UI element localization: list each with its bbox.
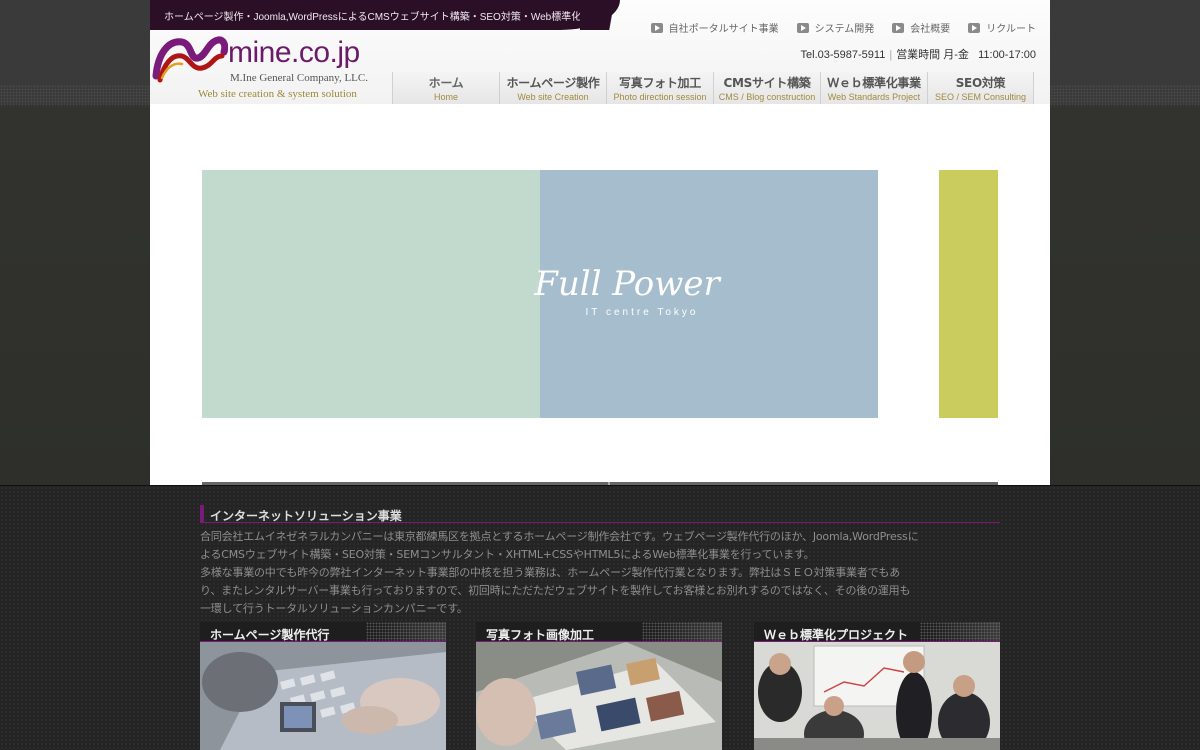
- feature-cards: ホームページ製作代行 写真フォト画像加工 Ｗｅｂ標準化プロジェクト: [200, 622, 1000, 750]
- card-image-presentation: [754, 642, 1000, 750]
- section-title: インターネットソリューション事業: [210, 509, 402, 523]
- card-title: Ｗｅｂ標準化プロジェクト: [764, 628, 909, 642]
- description-line: 合同会社エムイネゼネラルカンパニーは東京都練馬区を拠点とするホームページ制作会社…: [200, 530, 919, 543]
- section-heading: インターネットソリューション事業: [200, 505, 1000, 523]
- card-header: Ｗｅｂ標準化プロジェクト: [754, 622, 1000, 642]
- card-header: ホームページ製作代行: [200, 622, 446, 642]
- card-photo-processing[interactable]: 写真フォト画像加工: [476, 622, 722, 750]
- card-web-standards[interactable]: Ｗｅｂ標準化プロジェクト: [754, 622, 1000, 750]
- description-line: よるCMSウェブサイト構築・SEO対策・SEMコンサルタント・XHTML+CSS…: [200, 548, 815, 561]
- card-title: ホームページ製作代行: [210, 628, 330, 642]
- solutions-section: インターネットソリューション事業 合同会社エムイネゼネラルカンパニーは東京都練馬…: [200, 505, 1000, 618]
- description-line: 多様な事業の中でも昨今の弊社インターネット事業部の中核を担う業務は、ホームページ…: [200, 566, 901, 579]
- section-description: 合同会社エムイネゼネラルカンパニーは東京都練馬区を拠点とするホームページ制作会社…: [200, 528, 1000, 618]
- card-web-creation[interactable]: ホームページ製作代行: [200, 622, 446, 750]
- card-title: 写真フォト画像加工: [486, 628, 595, 642]
- card-image-keyboard: [200, 642, 446, 750]
- card-header: 写真フォト画像加工: [476, 622, 722, 642]
- content-wrapper: インターネットソリューション事業 合同会社エムイネゼネラルカンパニーは東京都練馬…: [150, 0, 1050, 750]
- card-image-photo-book: [476, 642, 722, 750]
- description-line: 一環して行うトータルソリューションカンパニーです。: [200, 602, 468, 615]
- description-line: り、またレンタルサーバー事業も行っておりますので、初回時にただただウェブサイトを…: [200, 584, 911, 597]
